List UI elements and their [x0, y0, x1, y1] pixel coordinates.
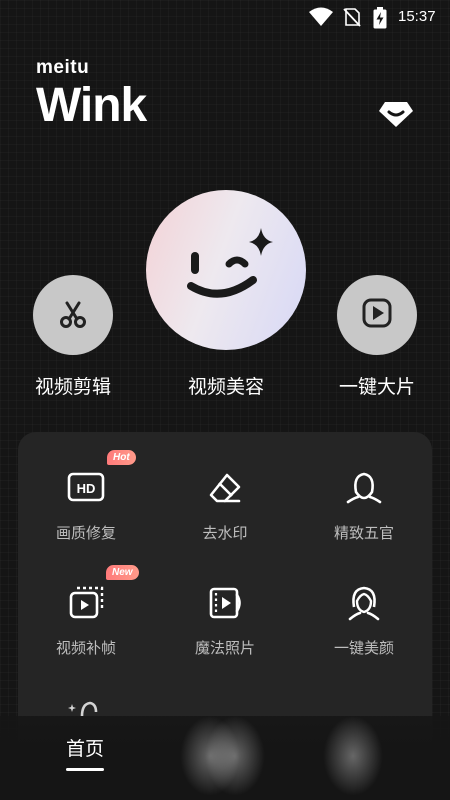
svg-text:HD: HD [77, 481, 96, 496]
tool-label: 视频补帧 [55, 639, 116, 657]
app-logo: meitu Wink [36, 57, 147, 132]
brand-title: Wink [36, 79, 147, 132]
tool-one-click-beauty[interactable]: 一键美颜 [299, 585, 429, 658]
tool-label: 魔法照片 [194, 639, 255, 657]
nav-home-tab[interactable]: 首页 [66, 734, 104, 761]
wifi-icon [309, 7, 333, 31]
play-square-icon [357, 293, 397, 337]
tool-remove-watermark[interactable]: 去水印 [160, 470, 290, 543]
status-time: 15:37 [398, 8, 436, 25]
hd-icon: HD [21, 470, 151, 510]
face-outline-icon [299, 470, 429, 510]
one-click-blockbuster-button[interactable] [337, 275, 417, 355]
brand-sub: meitu [36, 57, 90, 78]
tool-magic-photo[interactable]: 魔法照片 [160, 585, 290, 658]
video-frames-icon [21, 585, 151, 625]
no-sim-icon [342, 7, 362, 31]
video-beauty-label: 视频美容 [187, 376, 264, 398]
new-badge: New [106, 565, 139, 580]
tool-label: 画质修复 [55, 524, 116, 542]
battery-charging-icon [373, 7, 387, 33]
nav-active-indicator [66, 768, 104, 771]
scissors-icon [53, 293, 93, 337]
bottom-nav: 首页 [0, 716, 450, 800]
tool-refine-features[interactable]: 精致五官 [299, 470, 429, 543]
tool-label: 去水印 [202, 524, 248, 542]
tool-label: 精致五官 [333, 524, 394, 542]
tool-label: 一键美颜 [333, 639, 394, 657]
video-edit-button[interactable] [33, 275, 113, 355]
video-edit-label: 视频剪辑 [34, 376, 111, 398]
one-click-blockbuster-label: 一键大片 [338, 376, 415, 398]
eraser-icon [160, 470, 290, 510]
film-icon [160, 585, 290, 625]
diamond-icon[interactable] [378, 100, 414, 132]
tool-video-frame-interp[interactable]: 视频补帧 [21, 585, 151, 658]
tool-quality-repair[interactable]: HD 画质修复 [21, 470, 151, 543]
woman-face-icon [299, 585, 429, 625]
nav-glow [205, 716, 265, 796]
wink-face-icon [171, 218, 281, 322]
nav-glow [323, 716, 383, 796]
status-bar: 15:37 [0, 0, 450, 34]
video-beauty-button[interactable] [146, 190, 306, 350]
hot-badge: Hot [107, 450, 136, 465]
